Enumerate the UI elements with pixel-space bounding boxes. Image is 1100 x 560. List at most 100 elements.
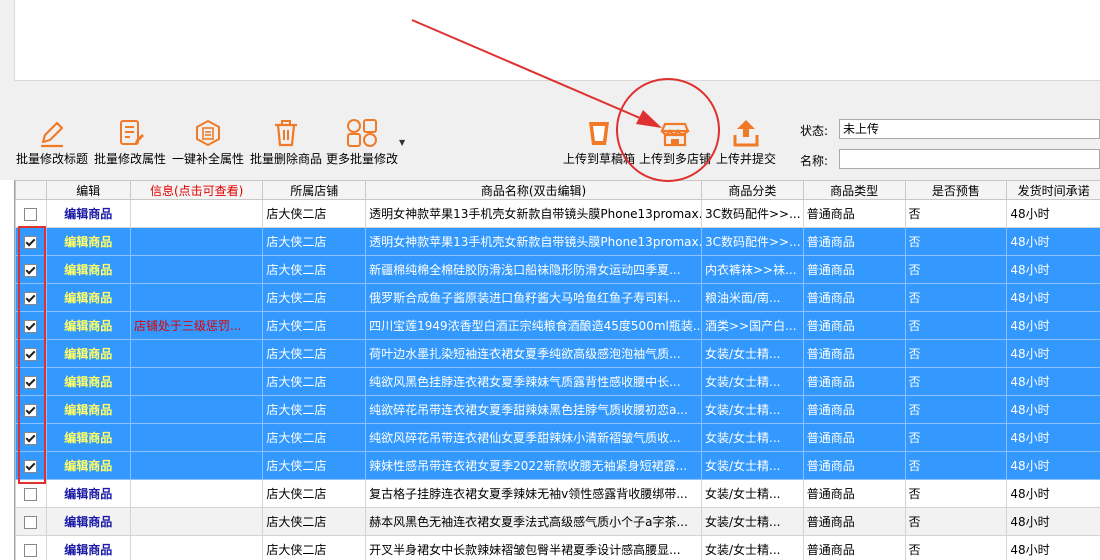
row-product-name[interactable]: 辣妹性感吊带连衣裙女夏季2022新款收腰无袖紧身短裙露...	[365, 451, 702, 480]
row-info[interactable]	[129, 535, 264, 560]
row-checkbox[interactable]	[24, 207, 38, 221]
grid-icon	[326, 118, 398, 148]
row-product-name[interactable]: 复古格子挂脖连衣裙女夏季辣妹无袖v领性感露背收腰绑带...	[365, 479, 702, 508]
row-edit-link[interactable]: 编辑商品	[45, 451, 132, 480]
header-name[interactable]: 商品名称(双击编辑)	[365, 180, 702, 200]
row-shop: 店大侠二店	[262, 311, 367, 340]
chevron-down-icon[interactable]: ▼	[399, 138, 405, 147]
header-shop[interactable]: 所属店铺	[262, 180, 367, 200]
batch-edit-title-button[interactable]: 批量修改标题	[14, 118, 90, 168]
row-info[interactable]	[129, 199, 264, 228]
row-shop: 店大侠二店	[262, 423, 367, 452]
table-row[interactable]: 编辑商品 店大侠二店 纯欲风黑色挂脖连衣裙女夏季辣妹气质露背性感收腰中长... 女装/…	[15, 367, 1100, 396]
row-type: 普通商品	[802, 535, 906, 560]
row-ship-time: 48小时	[1006, 451, 1100, 480]
table-row[interactable]: 编辑商品 店大侠二店 复古格子挂脖连衣裙女夏季辣妹无袖v领性感露背收腰绑带... 女装…	[15, 479, 1100, 508]
row-edit-link[interactable]: 编辑商品	[45, 479, 132, 508]
row-presale: 否	[904, 227, 1008, 256]
autofill-attr-button[interactable]: 一键补全属性	[170, 118, 246, 168]
row-checkbox[interactable]	[24, 487, 38, 501]
header-presale[interactable]: 是否预售	[904, 180, 1008, 200]
row-info[interactable]: 店铺处于三级惩罚...	[129, 311, 264, 340]
row-info[interactable]	[129, 423, 264, 452]
table-row[interactable]: 编辑商品 店大侠二店 纯欲碎花吊带连衣裙女夏季甜辣妹黑色挂脖气质收腰初恋a... 女装…	[15, 395, 1100, 424]
row-shop: 店大侠二店	[262, 535, 367, 560]
row-presale: 否	[904, 423, 1008, 452]
row-info[interactable]	[129, 479, 264, 508]
row-edit-link[interactable]: 编辑商品	[45, 283, 132, 312]
row-info[interactable]	[129, 395, 264, 424]
row-edit-link[interactable]: 编辑商品	[45, 227, 132, 256]
row-checkbox[interactable]	[24, 543, 38, 557]
table-row[interactable]: 编辑商品 店大侠二店 俄罗斯合成鱼子酱原装进口鱼籽酱大马哈鱼红鱼子寿司料... 粮油米…	[15, 283, 1100, 312]
header-checkbox[interactable]	[15, 180, 47, 200]
header-ship-time[interactable]: 发货时间承诺	[1006, 180, 1100, 200]
row-product-name[interactable]: 透明女神款苹果13手机壳女新款自带镜头膜Phone13promax...	[365, 227, 702, 256]
batch-edit-attr-label: 批量修改属性	[93, 152, 166, 166]
table-row[interactable]: 编辑商品 店大侠二店 荷叶边水墨扎染短袖连衣裙女夏季纯欲高级感泡泡袖气质... 女装/…	[15, 339, 1100, 368]
row-product-name[interactable]: 纯欲碎花吊带连衣裙女夏季甜辣妹黑色挂脖气质收腰初恋a...	[365, 395, 702, 424]
header-category[interactable]: 商品分类	[700, 180, 804, 200]
more-batch-edit-button[interactable]: 更多批量修改	[326, 118, 398, 168]
row-info[interactable]	[129, 367, 264, 396]
batch-delete-label: 批量删除商品	[249, 152, 322, 166]
pencil-icon	[14, 118, 90, 148]
row-product-name[interactable]: 俄罗斯合成鱼子酱原装进口鱼籽酱大马哈鱼红鱼子寿司料...	[365, 283, 702, 312]
row-product-name[interactable]: 荷叶边水墨扎染短袖连衣裙女夏季纯欲高级感泡泡袖气质...	[365, 339, 702, 368]
header-info[interactable]: 信息(点击可查看)	[129, 180, 264, 200]
row-product-name[interactable]: 赫本风黑色无袖连衣裙女夏季法式高级感气质小个子a字茶...	[365, 507, 702, 536]
status-select[interactable]: 未上传	[839, 119, 1100, 139]
row-type: 普通商品	[802, 395, 906, 424]
row-product-name[interactable]: 新疆棉纯棉全棉硅胶防滑浅口船袜隐形防滑女运动四季夏...	[365, 255, 702, 284]
row-product-name[interactable]: 四川宝莲1949浓香型白酒正宗纯粮食酒酿造45度500ml瓶装...	[365, 311, 702, 340]
batch-delete-button[interactable]: 批量删除商品	[248, 118, 324, 168]
row-info[interactable]	[129, 227, 264, 256]
autofill-attr-label: 一键补全属性	[171, 152, 244, 166]
row-type: 普通商品	[802, 507, 906, 536]
fill-property-icon	[170, 118, 246, 148]
header-type[interactable]: 商品类型	[802, 180, 906, 200]
table-row[interactable]: 编辑商品 店大侠二店 辣妹性感吊带连衣裙女夏季2022新款收腰无袖紧身短裙露... 女…	[15, 451, 1100, 480]
row-product-name[interactable]: 纯欲风碎花吊带连衣裙仙女夏季甜辣妹小清新褶皱气质收...	[365, 423, 702, 452]
row-edit-link[interactable]: 编辑商品	[45, 395, 132, 424]
table-row[interactable]: 编辑商品 店大侠二店 开叉半身裙女中长款辣妹褶皱包臀半裙夏季设计感高腰显... 女装/…	[15, 535, 1100, 560]
row-info[interactable]	[129, 283, 264, 312]
row-info[interactable]	[129, 507, 264, 536]
row-presale: 否	[904, 479, 1008, 508]
row-edit-link[interactable]: 编辑商品	[45, 255, 132, 284]
row-presale: 否	[904, 311, 1008, 340]
batch-edit-attr-button[interactable]: 批量修改属性	[92, 118, 168, 168]
table-row[interactable]: 编辑商品 店大侠二店 透明女神款苹果13手机壳女新款自带镜头膜Phone13prom…	[15, 227, 1100, 256]
row-edit-link[interactable]: 编辑商品	[45, 423, 132, 452]
row-edit-link[interactable]: 编辑商品	[45, 367, 132, 396]
row-edit-link[interactable]: 编辑商品	[45, 199, 132, 228]
row-ship-time: 48小时	[1006, 339, 1100, 368]
table-row[interactable]: 编辑商品 店大侠二店 纯欲风碎花吊带连衣裙仙女夏季甜辣妹小清新褶皱气质收... 女装/…	[15, 423, 1100, 452]
table-row[interactable]: 编辑商品 店铺处于三级惩罚... 店大侠二店 四川宝莲1949浓香型白酒正宗纯粮食酒酿…	[15, 311, 1100, 340]
row-edit-link[interactable]: 编辑商品	[45, 311, 132, 340]
row-checkbox-cell	[15, 535, 47, 560]
row-info[interactable]	[129, 255, 264, 284]
row-info[interactable]	[129, 339, 264, 368]
row-presale: 否	[904, 199, 1008, 228]
upload-submit-button[interactable]: 上传并提交	[713, 118, 779, 168]
row-product-name[interactable]: 开叉半身裙女中长款辣妹褶皱包臀半裙夏季设计感高腰显...	[365, 535, 702, 560]
row-edit-link[interactable]: 编辑商品	[45, 535, 132, 560]
row-shop: 店大侠二店	[262, 367, 367, 396]
header-edit[interactable]: 编辑	[45, 180, 132, 200]
row-shop: 店大侠二店	[262, 199, 367, 228]
row-category: 女装/女士精...	[700, 339, 804, 368]
name-input[interactable]	[839, 149, 1100, 169]
row-presale: 否	[904, 395, 1008, 424]
row-product-name[interactable]: 纯欲风黑色挂脖连衣裙女夏季辣妹气质露背性感收腰中长...	[365, 367, 702, 396]
row-edit-link[interactable]: 编辑商品	[45, 339, 132, 368]
row-checkbox[interactable]	[24, 515, 38, 529]
row-info[interactable]	[129, 451, 264, 480]
table-row[interactable]: 编辑商品 店大侠二店 新疆棉纯棉全棉硅胶防滑浅口船袜隐形防滑女运动四季夏... 内衣裤…	[15, 255, 1100, 284]
row-edit-link[interactable]: 编辑商品	[45, 507, 132, 536]
row-shop: 店大侠二店	[262, 507, 367, 536]
table-row[interactable]: 编辑商品 店大侠二店 赫本风黑色无袖连衣裙女夏季法式高级感气质小个子a字茶... 女装…	[15, 507, 1100, 536]
table-row[interactable]: 编辑商品 店大侠二店 透明女神款苹果13手机壳女新款自带镜头膜Phone13prom…	[15, 199, 1100, 228]
row-presale: 否	[904, 339, 1008, 368]
row-product-name[interactable]: 透明女神款苹果13手机壳女新款自带镜头膜Phone13promax...	[365, 199, 702, 228]
